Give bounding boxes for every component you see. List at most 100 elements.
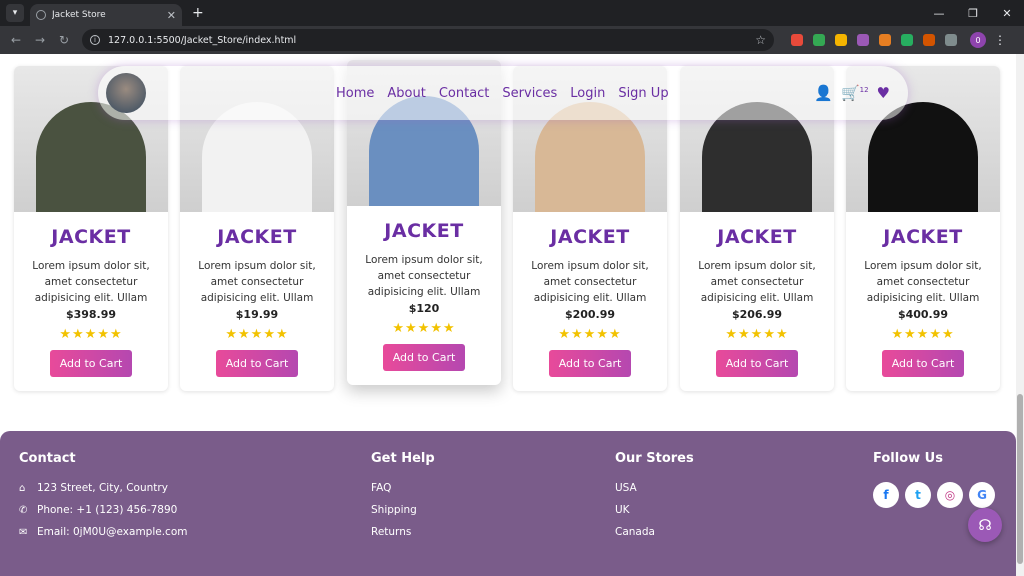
close-window-button[interactable]: ✕ [990, 0, 1024, 26]
star-rating: ★★★★★ [59, 327, 123, 342]
browser-tab-strip: ▾ Jacket Store ✕ + — ❐ ✕ [0, 0, 1024, 26]
footer-link-shipping[interactable]: Shipping [371, 504, 435, 516]
support-headset-button[interactable]: ☊ [968, 508, 1002, 542]
twitter-icon[interactable]: t [905, 482, 931, 508]
footer-link-returns[interactable]: Returns [371, 526, 435, 538]
product-description: Lorem ipsum dolor sit, amet consectetur … [198, 260, 316, 304]
product-name: JACKET [217, 226, 297, 248]
footer-contact: Contact ⌂ 123 Street, City, Country ✆ Phon… [19, 451, 188, 548]
extensions-area [786, 34, 962, 46]
add-to-cart-button[interactable]: Add to Cart [881, 350, 965, 377]
footer-stores-heading: Our Stores [615, 451, 694, 466]
footer-link-usa[interactable]: USA [615, 482, 694, 494]
browser-toolbar: ← → ↻ i 127.0.0.1:5500/Jacket_Store/inde… [0, 26, 1024, 54]
instagram-icon[interactable]: ◎ [937, 482, 963, 508]
page-viewport: JACKET Lorem ipsum dolor sit, amet consec… [0, 54, 1024, 576]
add-to-cart-button[interactable]: Add to Cart [382, 344, 466, 371]
footer-follow: Follow Us f t ◎ G [873, 451, 995, 508]
star-rating: ★★★★★ [225, 327, 289, 342]
scrollbar-thumb[interactable] [1017, 394, 1023, 564]
nav-link-login[interactable]: Login [570, 86, 605, 101]
address-bar[interactable]: i 127.0.0.1:5500/Jacket_Store/index.html… [82, 29, 774, 51]
envelope-icon: ✉ [19, 526, 28, 538]
forward-button[interactable]: → [30, 33, 50, 47]
nav-link-contact[interactable]: Contact [439, 86, 490, 101]
nav-link-about[interactable]: About [387, 86, 425, 101]
product-price: $206.99 [731, 308, 783, 321]
footer-contact-heading: Contact [19, 451, 76, 466]
facebook-icon[interactable]: f [873, 482, 899, 508]
phone-text: Phone: +1 (123) 456-7890 [37, 504, 178, 516]
product-description: Lorem ipsum dolor sit, amet consectetur … [531, 260, 649, 304]
product-name: JACKET [550, 226, 630, 248]
product-description: Lorem ipsum dolor sit, amet consectetur … [698, 260, 816, 304]
minimize-button[interactable]: — [922, 0, 956, 26]
tab-search-button[interactable]: ▾ [6, 4, 24, 22]
tab-title: Jacket Store [52, 10, 106, 20]
extension-icon[interactable] [901, 34, 913, 46]
nav-link-home[interactable]: Home [336, 86, 374, 101]
menu-kebab-icon[interactable]: ⋮ [994, 33, 1006, 47]
product-name: JACKET [717, 226, 797, 248]
address-text: 123 Street, City, Country [37, 482, 168, 494]
footer-link-canada[interactable]: Canada [615, 526, 694, 538]
extension-icon[interactable] [857, 34, 869, 46]
product-name: JACKET [883, 226, 963, 248]
address-line: ⌂ 123 Street, City, Country [19, 482, 188, 494]
window-controls: — ❐ ✕ [922, 0, 1024, 26]
product-name: JACKET [51, 226, 131, 248]
nav-link-signup[interactable]: Sign Up [618, 86, 668, 101]
social-icons: f t ◎ G [873, 482, 995, 508]
nav-icons: 👤 🛒12 ♥ [814, 84, 890, 102]
heart-icon[interactable]: ♥ [877, 84, 890, 102]
product-price: $398.99 [65, 308, 117, 321]
product-price: $400.99 [897, 308, 949, 321]
puzzle-icon[interactable] [945, 34, 957, 46]
google-icon[interactable]: G [969, 482, 995, 508]
product-price: $19.99 [235, 308, 279, 321]
email-text: Email: 0jM0U@example.com [37, 526, 188, 538]
cart-icon[interactable]: 🛒12 [841, 84, 869, 102]
restore-button[interactable]: ❐ [956, 0, 990, 26]
footer-stores: Our Stores USA UK Canada [615, 451, 694, 548]
profile-avatar[interactable]: 0 [970, 32, 986, 48]
product-name: JACKET [384, 220, 464, 242]
browser-tab[interactable]: Jacket Store ✕ [30, 4, 182, 26]
extension-icon[interactable] [879, 34, 891, 46]
extension-icon[interactable] [791, 34, 803, 46]
user-icon[interactable]: 👤 [814, 84, 833, 102]
phone-line: ✆ Phone: +1 (123) 456-7890 [19, 504, 188, 516]
extension-icon[interactable] [813, 34, 825, 46]
close-tab-icon[interactable]: ✕ [167, 9, 176, 22]
home-icon: ⌂ [19, 482, 26, 494]
product-price: $200.99 [564, 308, 616, 321]
product-price: $120 [408, 302, 440, 315]
nav-link-services[interactable]: Services [502, 86, 557, 101]
bookmark-star-icon[interactable]: ☆ [755, 33, 766, 47]
footer-help-heading: Get Help [371, 451, 435, 466]
product-description: Lorem ipsum dolor sit, amet consectetur … [32, 260, 150, 304]
add-to-cart-button[interactable]: Add to Cart [715, 350, 799, 377]
user-avatar[interactable] [106, 73, 146, 113]
star-rating: ★★★★★ [558, 327, 622, 342]
extension-icon[interactable] [835, 34, 847, 46]
new-tab-button[interactable]: + [192, 5, 204, 21]
footer-link-uk[interactable]: UK [615, 504, 694, 516]
star-rating: ★★★★★ [725, 327, 789, 342]
product-description: Lorem ipsum dolor sit, amet consectetur … [365, 254, 483, 298]
add-to-cart-button[interactable]: Add to Cart [49, 350, 133, 377]
site-info-icon[interactable]: i [90, 35, 100, 45]
footer-follow-heading: Follow Us [873, 451, 943, 466]
add-to-cart-button[interactable]: Add to Cart [548, 350, 632, 377]
phone-icon: ✆ [19, 504, 28, 516]
footer-link-faq[interactable]: FAQ [371, 482, 435, 494]
star-rating: ★★★★★ [891, 327, 955, 342]
floating-navbar: Home About Contact Services Login Sign U… [98, 66, 908, 120]
star-rating: ★★★★★ [392, 321, 456, 336]
email-line: ✉ Email: 0jM0U@example.com [19, 526, 188, 538]
reload-button[interactable]: ↻ [54, 33, 74, 47]
extension-icon[interactable] [923, 34, 935, 46]
back-button[interactable]: ← [6, 33, 26, 47]
add-to-cart-button[interactable]: Add to Cart [215, 350, 299, 377]
footer: Contact ⌂ 123 Street, City, Country ✆ Phon… [0, 431, 1016, 576]
